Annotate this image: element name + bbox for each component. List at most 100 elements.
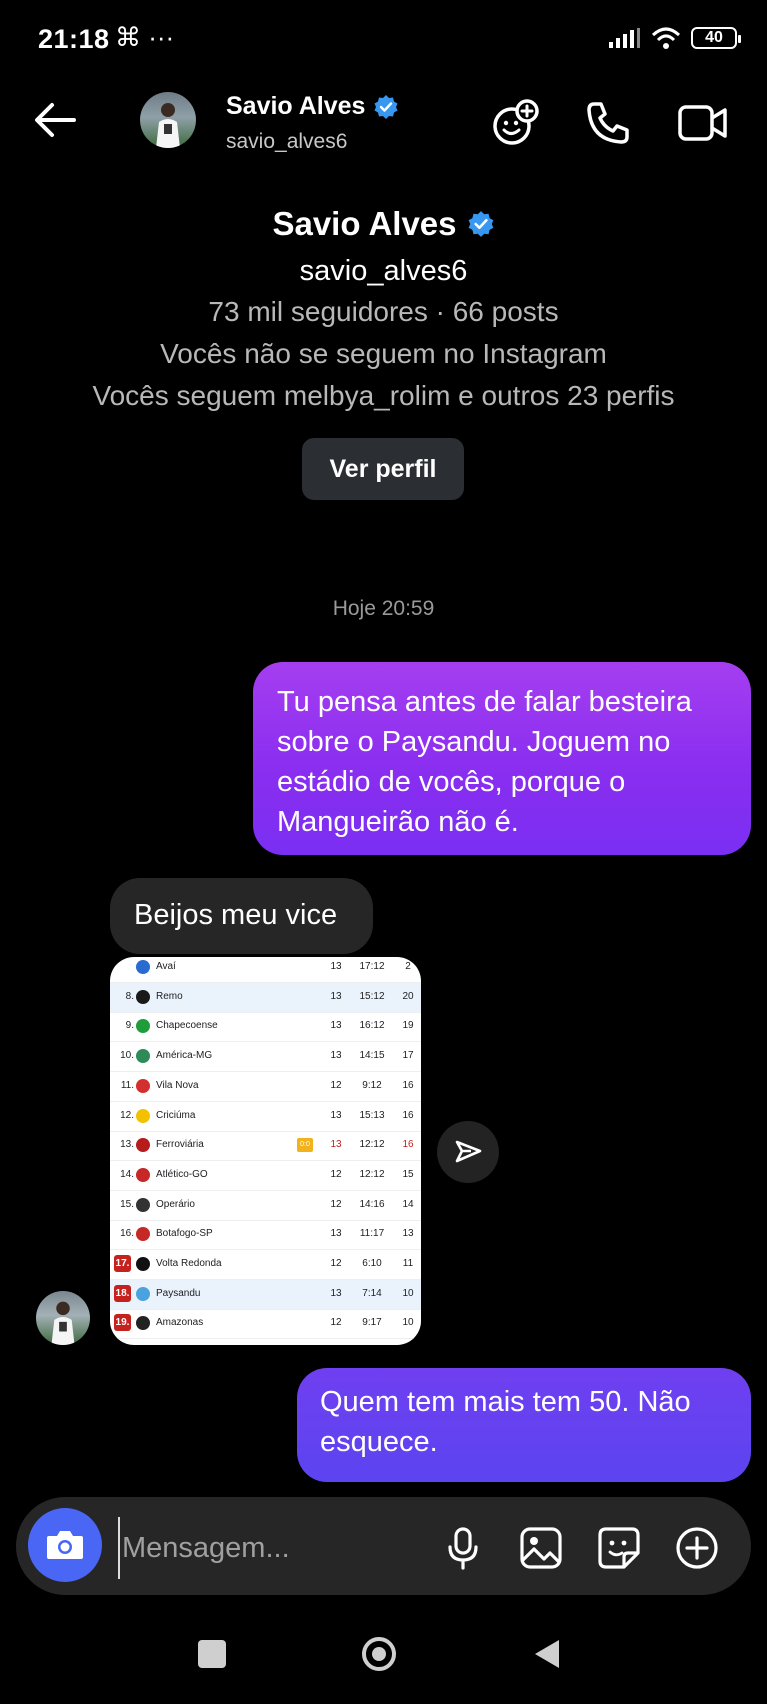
standings-played: 13	[330, 1228, 342, 1240]
standings-row: 17. Volta Redonda 12 6:10 11	[110, 1250, 421, 1280]
standings-goals: 16:12	[359, 1020, 385, 1032]
camera-icon	[47, 1531, 83, 1559]
profile-name: Savio Alves	[0, 205, 767, 243]
standings-points: 13	[402, 1228, 414, 1240]
standings-position: 9.	[125, 1020, 134, 1032]
standings-position: 13.	[120, 1139, 134, 1151]
profile-mutual-follows: Vocês seguem melbya_rolim e outros 23 pe…	[92, 380, 675, 411]
camera-button[interactable]	[28, 1508, 102, 1582]
standings-row: 9. Chapecoense 13 16:12 19	[110, 1012, 421, 1043]
standings-points: 19	[402, 1020, 414, 1032]
standings-position: 14.	[120, 1168, 134, 1180]
video-call-icon[interactable]	[678, 100, 728, 146]
sticker-icon[interactable]	[596, 1525, 642, 1571]
standings-goals: 11:17	[359, 1228, 385, 1240]
message-sent[interactable]: Tu pensa antes de falar besteira sobre o…	[253, 662, 751, 855]
standings-played: 13	[330, 1287, 342, 1299]
standings-points: 16	[402, 1109, 414, 1121]
standings-row: 13. Ferroviária 0:0 13 12:12 16	[110, 1131, 421, 1162]
verified-badge-icon	[374, 94, 398, 119]
standings-position: 19.	[114, 1314, 131, 1332]
standings-goals: 14:15	[359, 1050, 385, 1062]
effects-sticker-icon[interactable]	[490, 98, 540, 148]
standings-points: 17	[402, 1050, 414, 1062]
profile-name-text: Savio Alves	[272, 205, 457, 242]
live-score-badge: 0:0	[297, 1138, 313, 1153]
add-icon[interactable]	[674, 1525, 720, 1571]
standings-position: 18.	[114, 1284, 131, 1302]
standings-team: Chapecoense	[156, 1020, 218, 1032]
standings-team: América-MG	[156, 1050, 213, 1062]
standings-points: 16	[402, 1139, 414, 1151]
standings-row: 11. Vila Nova 12 9:12 16	[110, 1072, 421, 1102]
standings-goals: 6:10	[362, 1258, 382, 1269]
standings-points: 20	[402, 990, 414, 1002]
standings-row: 16. Botafogo-SP 13 11:17 13	[110, 1220, 421, 1251]
recent-apps-button[interactable]	[198, 1640, 226, 1668]
battery-icon: 40	[691, 27, 741, 49]
standings-played: 12	[330, 1168, 342, 1180]
gallery-icon[interactable]	[518, 1525, 564, 1571]
standings-played: 12	[330, 1079, 342, 1091]
home-button-icon[interactable]	[361, 1636, 397, 1672]
standings-goals: 12:12	[359, 1168, 385, 1180]
standings-played: 13	[330, 1139, 342, 1151]
team-crest-icon	[136, 1108, 150, 1123]
view-profile-button[interactable]: Ver perfil	[302, 438, 464, 500]
standings-played: 12	[330, 1198, 342, 1210]
standings-row: 19. Amazonas 12 9:17 10	[110, 1309, 421, 1340]
standings-goals: 17:12	[359, 961, 385, 972]
phone-call-icon[interactable]	[585, 100, 631, 146]
standings-position: 8.	[125, 990, 134, 1002]
standings-row: 12. Criciúma 13 15:13 16	[110, 1102, 421, 1132]
standings-team: Operário	[156, 1198, 195, 1210]
status-time: 21:18	[38, 24, 110, 54]
message-input[interactable]	[118, 1517, 424, 1579]
team-crest-icon	[136, 1019, 150, 1034]
sender-avatar[interactable]	[36, 1291, 90, 1345]
standings-position: 17.	[114, 1255, 131, 1272]
shared-standings-image[interactable]: Avaí 13 17:12 2 8. Remo 13 15:12 20 9. Chapecoense…	[110, 957, 421, 1345]
header-avatar[interactable]	[140, 92, 196, 148]
profile-follow-status: Vocês não se seguem no Instagram	[160, 338, 607, 369]
team-crest-icon	[136, 1167, 150, 1182]
profile-handle: savio_alves6	[299, 255, 468, 287]
team-crest-icon	[136, 989, 150, 1004]
share-button[interactable]	[437, 1121, 499, 1183]
back-arrow-icon[interactable]	[30, 95, 80, 145]
player-photo-icon	[51, 1301, 75, 1345]
standings-row: 14. Atlético-GO 12 12:12 15	[110, 1161, 421, 1191]
signal-icon	[609, 28, 640, 48]
standings-team: Paysandu	[156, 1287, 201, 1299]
microphone-icon[interactable]	[440, 1525, 486, 1571]
verified-badge-icon	[468, 211, 493, 237]
team-crest-icon	[136, 1257, 150, 1271]
message-sent[interactable]: Quem tem mais tem 50. Não esquece.	[297, 1368, 751, 1482]
standings-goals: 9:12	[362, 1079, 382, 1091]
standings-team: Volta Redonda	[156, 1258, 222, 1269]
team-crest-icon	[136, 960, 150, 974]
standings-position: 10.	[120, 1050, 134, 1062]
standings-points: 10	[402, 1287, 414, 1299]
standings-team: Atlético-GO	[156, 1168, 208, 1180]
standings-team: Avaí	[156, 961, 176, 972]
standings-team: Botafogo-SP	[156, 1228, 213, 1240]
standings-team: Ferroviária	[156, 1139, 204, 1151]
message-received[interactable]: Beijos meu vice	[110, 878, 373, 954]
standings-row: 18. Paysandu 13 7:14 10	[110, 1279, 421, 1310]
header-name[interactable]: Savio Alves	[226, 92, 399, 121]
standings-goals: 14:16	[359, 1198, 385, 1210]
standings-team: Vila Nova	[156, 1079, 199, 1091]
standings-row: 10. América-MG 13 14:15 17	[110, 1042, 421, 1073]
player-photo-icon	[156, 103, 180, 148]
status-system-icons: 40	[609, 26, 741, 50]
standings-played: 13	[330, 990, 342, 1002]
team-crest-icon	[136, 1197, 150, 1212]
standings-row: 15. Operário 12 14:16 14	[110, 1191, 421, 1221]
header-name-text: Savio Alves	[226, 92, 366, 120]
standings-played: 12	[330, 1317, 342, 1329]
nav-back-icon[interactable]	[532, 1638, 562, 1670]
team-crest-icon	[136, 1227, 150, 1242]
standings-played: 13	[330, 1109, 342, 1121]
team-crest-icon	[136, 1286, 150, 1301]
